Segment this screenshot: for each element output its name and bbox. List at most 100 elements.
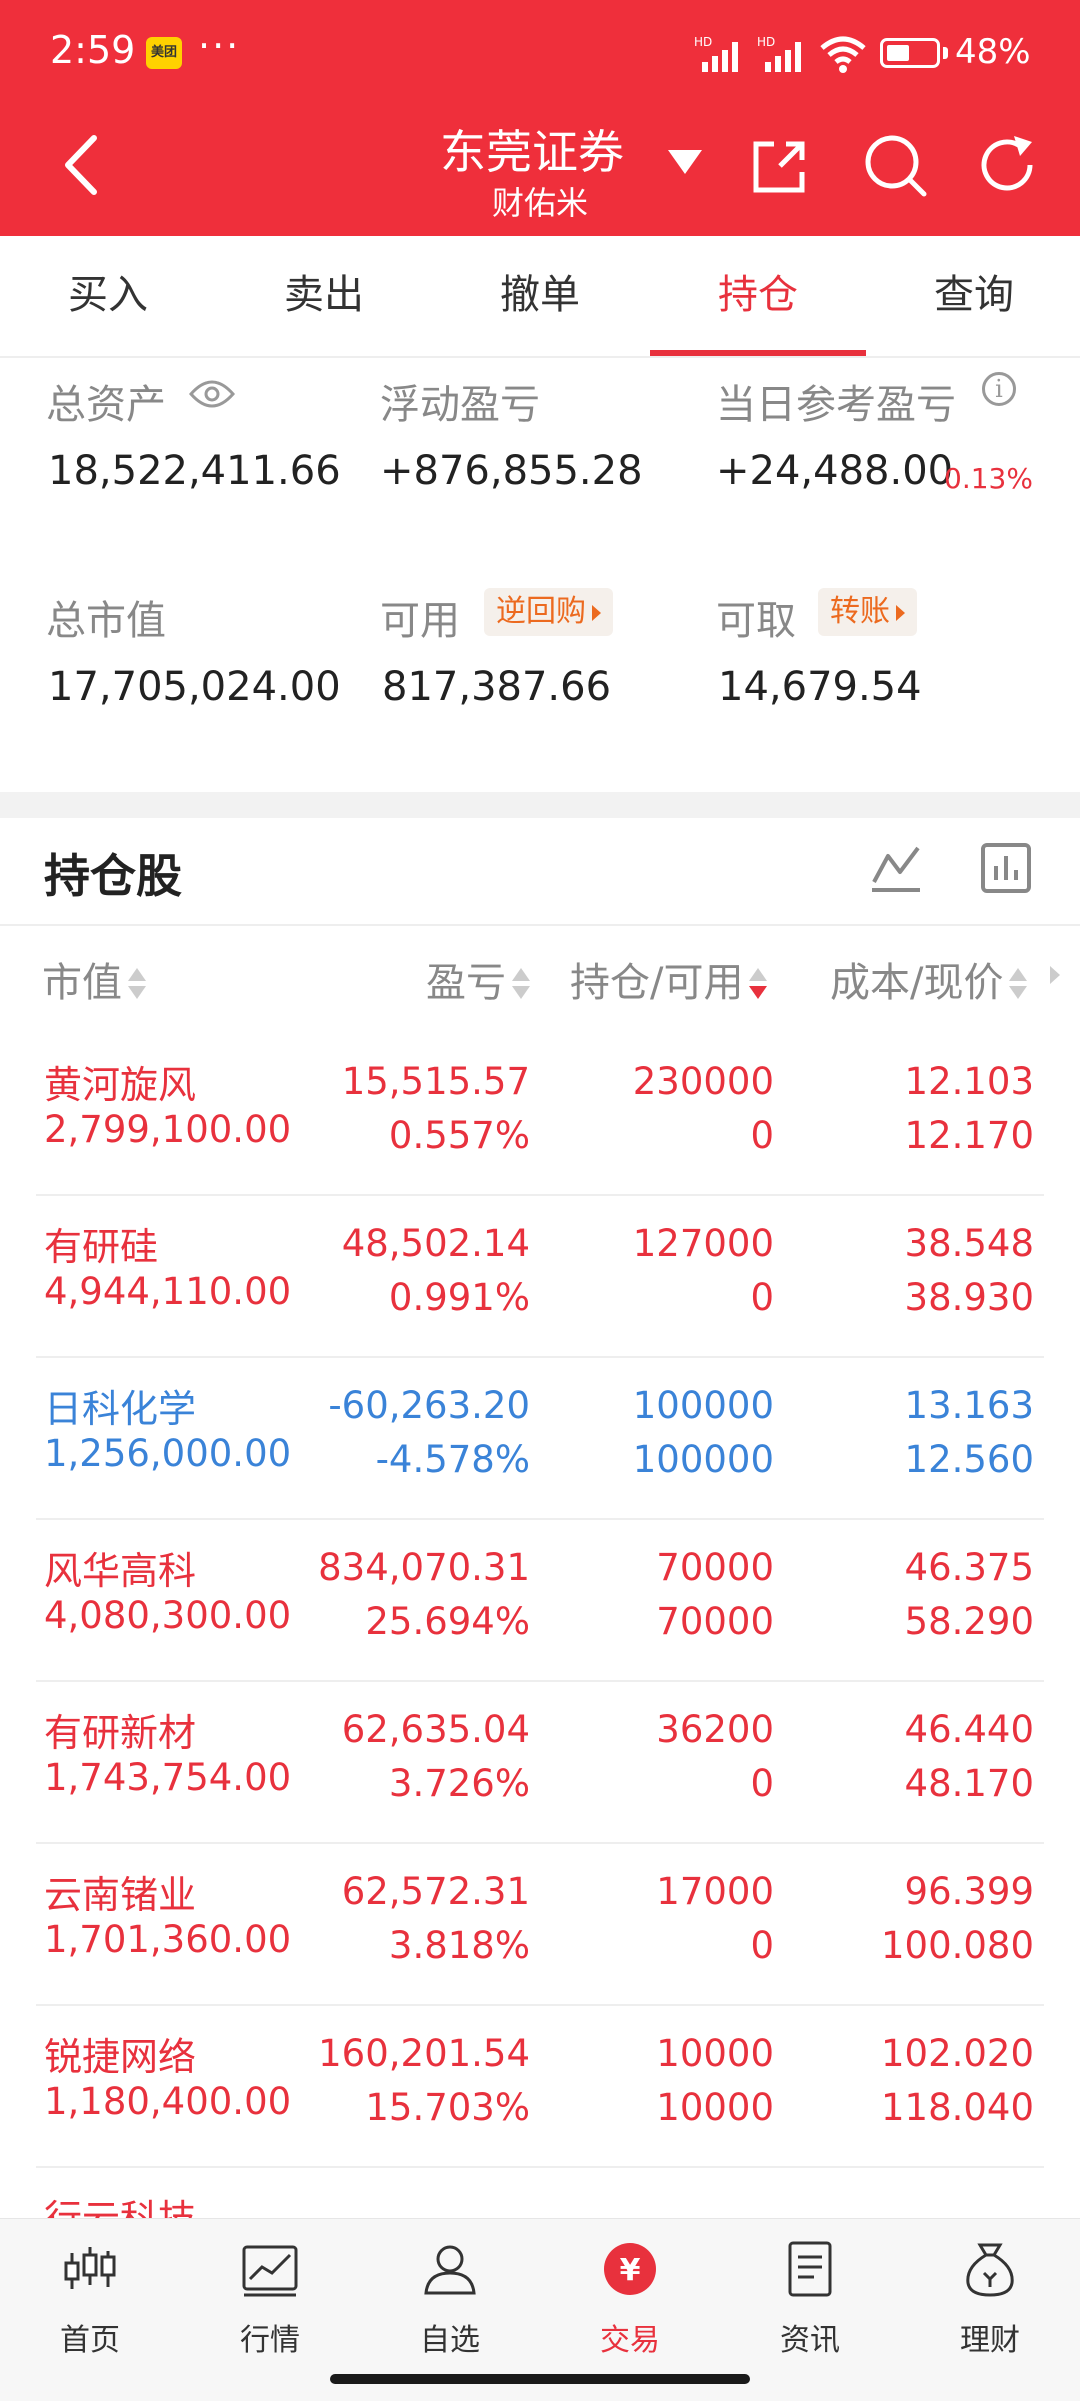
info-icon[interactable]: i — [982, 372, 1016, 406]
cost-price: 46.375 — [904, 1546, 1034, 1589]
tab-query[interactable]: 查询 — [866, 236, 1080, 356]
nav-label: 行情 — [240, 2323, 300, 2358]
position-qty: 100000 — [632, 1384, 774, 1427]
available-qty: 0 — [750, 1924, 774, 1967]
holding-row[interactable]: 有研硅 4,944,110.00 48,502.14 0.991% 127000 0 38.… — [0, 1196, 1080, 1358]
current-price: 118.040 — [880, 2086, 1034, 2129]
floating-pl-value: +876,855.28 — [380, 448, 643, 494]
reverse-repo-button[interactable]: 逆回购 — [484, 588, 613, 636]
available-value: 817,387.66 — [382, 664, 612, 710]
chart-icon — [242, 2245, 298, 2297]
signal-icon: HD — [757, 35, 801, 72]
holding-row[interactable]: 锐捷网络 1,180,400.00 160,201.54 15.703% 10000 10… — [0, 2006, 1080, 2168]
market-value: 1,743,754.00 — [44, 1756, 292, 1799]
column-label: 持仓/可用 — [570, 960, 744, 1006]
current-price: 100.080 — [880, 1924, 1034, 1967]
stock-name: 行云科技 — [44, 2188, 196, 2218]
transfer-button[interactable]: 转账 — [818, 588, 917, 636]
hd-label: HD — [694, 35, 712, 49]
stock-name: 有研硅 — [44, 1225, 159, 1269]
nav-watchlist[interactable]: 自选 — [360, 2219, 540, 2369]
cost-price: 12.103 — [904, 1060, 1034, 1103]
position-qty: 127000 — [632, 1222, 774, 1265]
profit-loss-percent: 3.726% — [388, 1762, 530, 1805]
cost-price: 102.020 — [880, 2032, 1034, 2075]
hd-label: HD — [757, 35, 775, 49]
nav-label: 资讯 — [780, 2323, 840, 2358]
column-header-market-value[interactable]: 市值 — [42, 950, 146, 1008]
battery-icon — [880, 38, 940, 68]
home-indicator[interactable] — [330, 2374, 750, 2384]
active-tab-indicator — [650, 350, 866, 356]
battery-percent: 48% — [955, 32, 1031, 72]
scroll-right-icon[interactable] — [1050, 966, 1060, 984]
broker-title[interactable]: 东莞证券 — [440, 116, 624, 182]
tab-cancel-order[interactable]: 撤单 — [432, 236, 648, 356]
withdrawable-value: 14,679.54 — [718, 664, 922, 710]
tab-holdings[interactable]: 持仓 — [650, 236, 866, 356]
profit-loss-percent: 0.557% — [388, 1114, 530, 1157]
candlestick-icon — [64, 2247, 116, 2289]
holding-row[interactable]: 行云科技 — [0, 2168, 1080, 2218]
back-button[interactable] — [58, 130, 108, 200]
holding-row[interactable]: 风华高科 4,080,300.00 834,070.31 25.694% 70000 70… — [0, 1520, 1080, 1682]
stock-name: 云南锗业 — [44, 1873, 197, 1917]
position-qty: 10000 — [656, 2032, 774, 2075]
nav-home[interactable]: 首页 — [0, 2219, 180, 2369]
nav-trade[interactable]: ¥ 交易 — [540, 2219, 720, 2369]
column-header-position[interactable]: 持仓/可用 — [570, 950, 768, 1008]
holdings-list: 黄河旋风 2,799,100.00 15,515.57 0.557% 230000 0 12… — [0, 1034, 1080, 2218]
profit-loss: -60,263.20 — [328, 1384, 530, 1427]
holding-row[interactable]: 有研新材 1,743,754.00 62,635.04 3.726% 36200 0 46.… — [0, 1682, 1080, 1844]
profit-loss-percent: 25.694% — [365, 1600, 530, 1643]
market-value: 1,701,360.00 — [44, 1918, 292, 1961]
position-qty: 17000 — [656, 1870, 774, 1913]
tab-sell[interactable]: 卖出 — [216, 236, 432, 356]
stock-name: 有研新材 — [44, 1711, 197, 1755]
column-label: 成本/现价 — [830, 960, 1004, 1006]
nav-wealth[interactable]: 理财 — [900, 2219, 1080, 2369]
profit-loss-percent: 0.991% — [388, 1276, 530, 1319]
battery-level — [887, 45, 909, 61]
account-dropdown-icon[interactable] — [668, 150, 702, 174]
available-qty: 0 — [750, 1276, 774, 1319]
chevron-right-icon — [592, 604, 601, 621]
reverse-repo-label: 逆回购 — [496, 594, 586, 629]
market-value: 4,080,300.00 — [44, 1594, 292, 1637]
nav-news[interactable]: 资讯 — [720, 2219, 900, 2369]
yuan-icon: ¥ — [604, 2243, 656, 2295]
account-name[interactable]: 财佑米 — [492, 178, 588, 224]
position-qty: 70000 — [656, 1546, 774, 1589]
wifi-icon — [820, 36, 866, 73]
search-icon[interactable] — [862, 132, 928, 198]
status-time: 2:59 — [50, 28, 136, 72]
holding-row[interactable]: 日科化学 1,256,000.00 -60,263.20 -4.578% 100000 1… — [0, 1358, 1080, 1520]
holding-row[interactable]: 黄河旋风 2,799,100.00 15,515.57 0.557% 230000 0 12… — [0, 1034, 1080, 1196]
refresh-icon[interactable] — [974, 132, 1040, 198]
share-icon[interactable] — [750, 138, 808, 196]
app-header: 2:59 美团 ··· HD HD 48% 东莞证券 财佑米 — [0, 0, 1080, 236]
chevron-right-icon — [896, 604, 905, 621]
current-price: 12.560 — [904, 1438, 1034, 1481]
column-header-cost-price[interactable]: 成本/现价 — [830, 950, 1028, 1008]
daily-pl-label: 当日参考盈亏 — [716, 382, 956, 428]
status-bar: 2:59 美团 ··· HD HD 48% — [0, 0, 1080, 110]
eye-icon[interactable] — [188, 376, 236, 412]
trend-line-icon[interactable] — [870, 842, 922, 894]
profit-loss-percent: -4.578% — [375, 1438, 530, 1481]
market-value: 4,944,110.00 — [44, 1270, 292, 1313]
column-header-pl[interactable]: 盈亏 — [426, 950, 530, 1008]
section-divider — [0, 792, 1080, 818]
withdrawable-label: 可取 — [716, 598, 796, 644]
market-value: 1,256,000.00 — [44, 1432, 292, 1475]
position-qty: 36200 — [656, 1708, 774, 1751]
tab-buy[interactable]: 买入 — [0, 236, 216, 356]
holding-row[interactable]: 云南锗业 1,701,360.00 62,572.31 3.818% 17000 0 96.… — [0, 1844, 1080, 2006]
nav-market[interactable]: 行情 — [180, 2219, 360, 2369]
available-qty: 10000 — [656, 2086, 774, 2129]
signal-icon: HD — [694, 35, 738, 72]
meituan-app-icon: 美团 — [146, 37, 182, 69]
nav-label: 理财 — [960, 2323, 1020, 2358]
current-price: 58.290 — [904, 1600, 1034, 1643]
bar-chart-icon[interactable] — [980, 842, 1032, 894]
